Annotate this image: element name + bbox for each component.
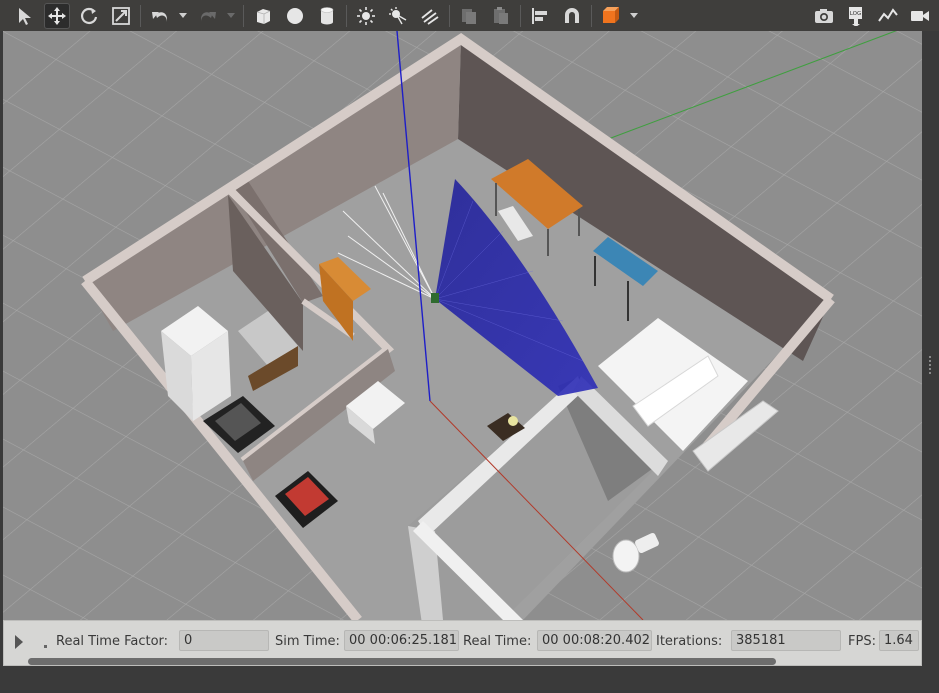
undo-button[interactable] <box>147 3 173 29</box>
toolbar-separator <box>140 4 141 27</box>
box-shape-icon <box>256 8 271 24</box>
scale-mode-icon <box>112 6 130 25</box>
real-time-factor-field: 0 <box>179 630 269 651</box>
sim-time-field: 00 00:06:25.181 <box>344 630 459 651</box>
box-shape-button[interactable] <box>250 3 276 29</box>
iterations-label: Iterations: <box>656 634 723 649</box>
log-icon: LOG <box>849 6 862 26</box>
sphere-shape-icon <box>287 7 303 24</box>
status-bar: Real Time Factor: 0 Sim Time: 00 00:06:2… <box>3 620 922 666</box>
select-mode-button[interactable] <box>12 3 38 29</box>
scene-viewport[interactable] <box>3 31 922 620</box>
side-panel-splitter[interactable] <box>922 31 939 620</box>
cylinder-shape-button[interactable] <box>314 3 340 29</box>
gazebo-window: LOG Real Time Factor: 0 Sim Time: 00 00:… <box>0 0 939 693</box>
video-record-icon <box>911 10 929 21</box>
log-button[interactable]: LOG <box>843 3 869 29</box>
robot <box>431 293 439 303</box>
toolbar-separator <box>243 4 244 27</box>
undo-icon <box>152 11 167 22</box>
snap-button[interactable] <box>559 3 585 29</box>
align-icon <box>532 7 547 24</box>
toolbar-separator <box>591 4 592 27</box>
sphere-shape-button[interactable] <box>282 3 308 29</box>
real-time-field: 00 00:08:20.402 <box>537 630 652 651</box>
point-light-button[interactable] <box>353 3 379 29</box>
toolbar-separator <box>520 4 521 27</box>
paste-button[interactable] <box>488 3 514 29</box>
view-angle-button[interactable] <box>598 3 624 29</box>
point-light-icon <box>357 6 375 25</box>
directional-light-icon <box>421 8 439 25</box>
fps-label: FPS: <box>848 634 876 649</box>
spot-light-button[interactable] <box>385 3 411 29</box>
video-record-button[interactable] <box>907 3 933 29</box>
real-time-label: Real Time: <box>463 634 532 649</box>
spot-light-icon <box>389 6 407 24</box>
align-button[interactable] <box>527 3 553 29</box>
chevron-down-icon <box>227 12 235 18</box>
screenshot-button[interactable] <box>811 3 837 29</box>
sim-time-label: Sim Time: <box>275 634 340 649</box>
splitter-grip[interactable] <box>929 356 931 374</box>
translate-mode-icon <box>48 6 66 25</box>
redo-icon <box>201 11 216 22</box>
rotate-mode-icon <box>81 7 98 24</box>
lamp <box>508 416 518 426</box>
copy-icon <box>462 8 476 24</box>
view-angle-dropdown[interactable] <box>630 3 638 29</box>
real-time-factor-label: Real Time Factor: <box>56 634 169 649</box>
toolbar-separator <box>449 4 450 27</box>
snap-icon <box>565 7 579 23</box>
translate-mode-button[interactable] <box>44 2 70 29</box>
fps-field: 1.64 <box>879 630 919 651</box>
toilet <box>612 539 640 573</box>
redo-dropdown[interactable] <box>227 3 235 29</box>
iterations-field: 385181 <box>731 630 841 651</box>
window-bottom-edge <box>0 666 939 693</box>
plot-button[interactable] <box>875 3 901 29</box>
status-row: Real Time Factor: 0 Sim Time: 00 00:06:2… <box>4 629 921 653</box>
rotate-mode-button[interactable] <box>76 3 102 29</box>
cylinder-shape-icon <box>320 6 334 24</box>
play-icon[interactable] <box>15 635 23 649</box>
paste-icon <box>494 6 508 24</box>
log-icon-text: LOG <box>850 11 861 17</box>
screenshot-icon <box>815 8 833 23</box>
plot-icon <box>878 7 898 22</box>
scene-render <box>3 31 922 620</box>
chevron-down-icon <box>630 12 638 18</box>
select-mode-icon <box>19 7 31 25</box>
directional-light-button[interactable] <box>417 3 443 29</box>
toolbar-separator <box>346 4 347 27</box>
horizontal-scrollbar[interactable] <box>28 658 776 665</box>
copy-button[interactable] <box>456 3 482 29</box>
view-angle-icon <box>603 6 619 23</box>
scale-mode-button[interactable] <box>108 3 134 29</box>
chevron-down-icon <box>179 12 187 18</box>
toolbar: LOG <box>0 0 939 31</box>
undo-dropdown[interactable] <box>179 3 187 29</box>
step-dot[interactable] <box>44 645 47 648</box>
redo-button[interactable] <box>195 3 221 29</box>
